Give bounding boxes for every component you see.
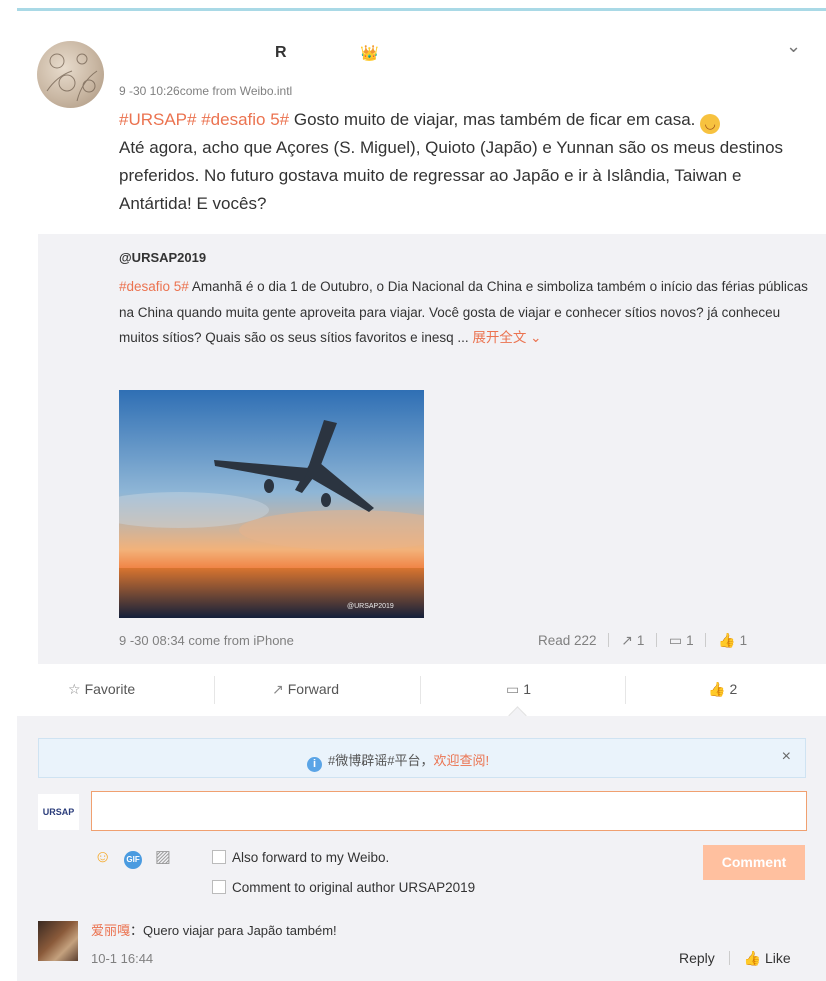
- repost-body: Amanhã é o dia 1 de Outubro, o Dia Nacio…: [119, 279, 808, 345]
- forward-icon: ↗: [272, 681, 284, 697]
- comment-actions: Reply 👍 Like: [679, 950, 791, 967]
- read-count: Read 222: [538, 633, 597, 648]
- favorite-button[interactable]: ☆ Favorite: [68, 681, 135, 698]
- repost-time: 9 -30 08:34 come from iPhone: [119, 633, 294, 648]
- comment-time: 10-1 16:44: [91, 951, 154, 966]
- like-button[interactable]: 👍 2: [708, 681, 737, 698]
- star-icon: ☆: [68, 681, 81, 697]
- username[interactable]: R: [275, 44, 287, 62]
- repost-text: #desafio 5# Amanhã é o dia 1 de Outubro,…: [119, 274, 809, 351]
- comment-text: 爱丽嘎：Quero viajar para Japão também!: [91, 923, 337, 938]
- smile-emoji-icon: ◡: [700, 114, 721, 134]
- notice-link[interactable]: 欢迎查阅!: [433, 753, 489, 768]
- expand-full-text-link[interactable]: 展开全文 ⌄: [472, 330, 541, 345]
- comment-icon: ▭: [668, 632, 683, 648]
- comment-button[interactable]: ▭ 1: [506, 681, 531, 698]
- repost-like[interactable]: 👍 1: [718, 632, 747, 648]
- original-author-checkbox[interactable]: Comment to original author URSAP2019: [212, 880, 475, 895]
- notice-text: #微博辟谣#平台，: [328, 753, 434, 768]
- gif-icon[interactable]: GIF: [124, 851, 143, 869]
- post-meta: 9 -30 10:26come from Weibo.intl: [119, 84, 293, 98]
- repost-comment[interactable]: ▭ 1: [668, 632, 694, 648]
- forward-icon: ↗: [621, 632, 633, 648]
- chevron-down-icon[interactable]: ⌄: [786, 36, 801, 57]
- commenter-name[interactable]: 爱丽嘎: [91, 923, 130, 938]
- image-icon[interactable]: ▨: [155, 847, 171, 867]
- forward-checkbox[interactable]: Also forward to my Weibo.: [212, 850, 389, 865]
- comment-input[interactable]: [91, 791, 807, 831]
- photo-watermark: @URSAP2019: [347, 603, 394, 610]
- thumbs-up-icon: 👍: [708, 681, 726, 697]
- hashtag-desafio[interactable]: #desafio 5#: [201, 110, 289, 129]
- floral-pattern-icon: [46, 53, 98, 102]
- close-icon[interactable]: ×: [782, 748, 791, 766]
- forward-button[interactable]: ↗ Forward: [272, 681, 339, 698]
- composer-tools: ☺ GIF ▨: [94, 847, 179, 869]
- repost-author[interactable]: @URSAP2019: [119, 250, 206, 265]
- comment-submit-button[interactable]: Comment: [703, 845, 805, 880]
- my-avatar-logo: URSAP: [38, 794, 79, 830]
- user-avatar[interactable]: [37, 41, 104, 108]
- repost-stats: Read 222 ↗ 1 ▭ 1 👍 1: [538, 632, 747, 649]
- comment-icon: ▭: [506, 681, 520, 697]
- commenter-avatar[interactable]: [38, 921, 78, 961]
- post-text-line1: Gosto muito de viajar, mas também de fic…: [289, 110, 701, 129]
- post-text: #URSAP# #desafio 5# Gosto muito de viaja…: [119, 106, 809, 218]
- airplane-photo[interactable]: [119, 390, 424, 618]
- crown-icon: 👑: [360, 45, 379, 62]
- hashtag-ursap[interactable]: #URSAP#: [119, 110, 196, 129]
- checkbox-original[interactable]: [212, 880, 226, 894]
- checkbox-forward[interactable]: [212, 850, 226, 864]
- emoji-icon[interactable]: ☺: [94, 847, 111, 867]
- comment-like-button[interactable]: 👍 Like: [744, 950, 791, 966]
- post-text-body: Até agora, acho que Açores (S. Miguel), …: [119, 138, 784, 213]
- repost-hashtag[interactable]: #desafio 5#: [119, 279, 189, 294]
- action-bar: [17, 664, 826, 717]
- thumbs-up-icon: 👍: [743, 950, 762, 966]
- thumbs-up-icon: 👍: [718, 632, 736, 648]
- notice-banner: i #微博辟谣#平台，欢迎查阅! ×: [38, 738, 806, 778]
- repost-forward[interactable]: ↗ 1: [621, 632, 644, 648]
- reply-button[interactable]: Reply: [679, 950, 715, 966]
- info-icon: i: [307, 757, 322, 772]
